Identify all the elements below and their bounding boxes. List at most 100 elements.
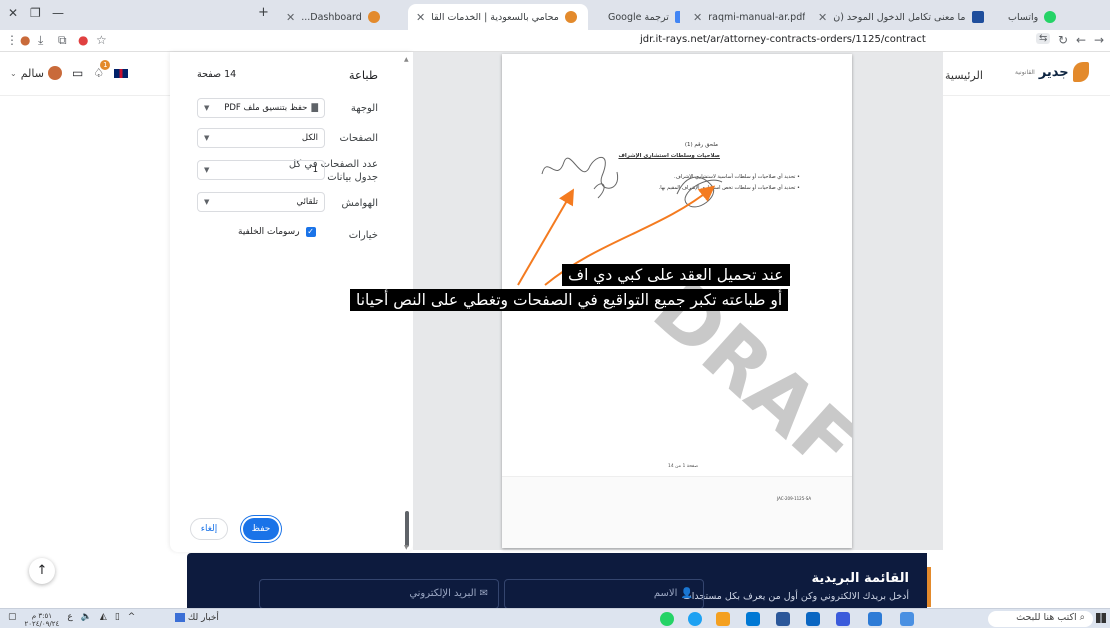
accent-bar: [927, 567, 931, 607]
edge-icon[interactable]: [688, 612, 702, 626]
newsletter-title: القائمة البريدية: [811, 571, 909, 586]
firefox-icon[interactable]: [716, 612, 730, 626]
app-icon[interactable]: [868, 612, 882, 626]
scroll-up-icon[interactable]: ▲: [404, 56, 409, 63]
newsletter-name-input[interactable]: 👤 الاسم: [504, 579, 704, 609]
print-title: طباعة: [348, 68, 378, 82]
extensions-icon[interactable]: ⧉: [58, 33, 67, 48]
destination-label: الوجهة: [350, 103, 378, 114]
close-tab-icon[interactable]: ✕: [416, 11, 425, 24]
outlook-icon[interactable]: [806, 612, 820, 626]
browser-tab-strip: ✕ ❐ — واتساب ما معنى تكامل الدخول الموحد…: [0, 0, 1110, 30]
page-footer: [502, 476, 852, 548]
tab-whatsapp[interactable]: واتساب: [1000, 4, 1090, 30]
user-menu[interactable]: ⌄ سالم: [10, 66, 62, 80]
email-icon: ✉: [479, 588, 488, 599]
download-icon[interactable]: ⤓: [38, 33, 43, 48]
pages-per-sheet-select[interactable]: 1 ▼: [197, 160, 325, 180]
document-icon: ▇: [311, 103, 318, 113]
windows-taskbar: ⌕ اكتب هنا للبحث أخبار لك ▢ ٣:٥١ م ٢٠٢٤/٠…: [0, 608, 1110, 628]
restore-window-icon[interactable]: ❐: [30, 6, 41, 20]
save-button[interactable]: حفظ: [243, 518, 279, 540]
minimize-window-icon[interactable]: —: [52, 6, 64, 20]
avatar: [47, 66, 62, 80]
battery-icon[interactable]: ▯: [115, 612, 120, 628]
site-favicon: [564, 11, 577, 23]
translate-icon: [674, 11, 680, 23]
word-icon[interactable]: [776, 612, 790, 626]
uk-flag-icon[interactable]: [114, 68, 129, 78]
url-input[interactable]: jdr.it-rays.net/ar/attorney-contracts-or…: [640, 34, 926, 45]
whatsapp-icon: [1044, 11, 1057, 23]
tab-dashboard[interactable]: Dashboard... ✕: [278, 4, 408, 30]
new-tab-icon[interactable]: +: [258, 5, 269, 20]
logo-mark-icon: [1072, 62, 1089, 82]
site-logo[interactable]: جدير القانونية: [1015, 62, 1089, 82]
arrow-up-icon: ↑: [36, 563, 48, 578]
options-label: خيارات: [348, 230, 378, 241]
taskbar-news[interactable]: أخبار لك: [175, 613, 219, 623]
chevron-down-icon: ▼: [204, 198, 210, 206]
annotation-line-1: عند تحميل العقد على كبي دي اف: [562, 264, 790, 286]
windows-start-icon[interactable]: [1096, 613, 1106, 623]
chevron-down-icon: ⌄: [10, 68, 17, 78]
close-tab-icon[interactable]: ✕: [818, 11, 827, 24]
chevron-down-icon: ▼: [204, 134, 210, 142]
signature-scribble: [541, 157, 619, 199]
network-icon[interactable]: ◭: [100, 612, 107, 628]
chevron-down-icon: ▼: [204, 166, 210, 174]
newsletter-subtitle: أدخل بريدك الالكتروني وكن أول من يعرف بك…: [682, 591, 909, 602]
forward-icon[interactable]: →: [1094, 33, 1104, 47]
site-info-icon[interactable]: ⇆: [1036, 33, 1051, 44]
mail-icon[interactable]: [746, 612, 760, 626]
clock[interactable]: ٣:٥١ م ٢٠٢٤/٠٩/٢٤: [25, 612, 60, 628]
margins-label: الهوامش: [341, 198, 378, 209]
chevron-up-icon[interactable]: ^: [128, 612, 136, 628]
cancel-button[interactable]: إلغاء: [190, 518, 228, 540]
menu-icon[interactable]: ⋮: [6, 33, 18, 47]
scroll-down-icon[interactable]: ▼: [404, 544, 409, 551]
volume-icon[interactable]: 🔈: [81, 612, 92, 628]
back-icon[interactable]: ←: [1076, 33, 1086, 47]
notifications-icon[interactable]: ▢: [8, 612, 17, 628]
margins-select[interactable]: تلقائي ▼: [197, 192, 325, 212]
page-count: 14 صفحة: [197, 69, 237, 80]
signature-scribble: [676, 176, 723, 208]
tab-translate[interactable]: ترجمة Google: [600, 4, 680, 30]
chat-icon[interactable]: ▭: [72, 66, 83, 80]
tab-active-site[interactable]: محامي بالسعودية | الخدمات القا ✕: [408, 4, 588, 30]
address-bar: ⋮ ● ⤓ ⧉ ● ☆ jdr.it-rays.net/ar/attorney-…: [0, 30, 1110, 52]
checkbox-checked-icon[interactable]: ✓: [305, 227, 316, 237]
scroll-to-top-button[interactable]: ↑: [29, 558, 55, 584]
whatsapp-icon[interactable]: [660, 612, 674, 626]
destination-select[interactable]: ▇ حفظ بتنسيق ملف PDF ▼: [197, 98, 325, 118]
file-explorer-icon[interactable]: [900, 612, 914, 626]
background-graphics-option[interactable]: ✓ رسومات الخلفية: [238, 227, 316, 237]
language-indicator[interactable]: ع: [67, 612, 72, 628]
pages-select[interactable]: الكل ▼: [197, 128, 325, 148]
site-favicon: [367, 11, 380, 23]
annotation-line-2: أو طباعته تكبر جميع التواقيع في الصفحات …: [350, 289, 789, 311]
bookmark-star-icon[interactable]: ☆: [96, 33, 107, 47]
user-icon: 👤: [680, 588, 693, 599]
profile-icon[interactable]: ●: [20, 33, 30, 47]
page-number: صفحة 1 من 14: [668, 464, 699, 469]
document-reference: JAC-209-1125-SA: [777, 496, 812, 501]
close-window-icon[interactable]: ✕: [8, 6, 18, 20]
newsletter-email-input[interactable]: ✉ البريد الإلكتروني: [259, 579, 499, 609]
notification-badge: 1: [100, 60, 111, 70]
chevron-down-icon: ▼: [204, 104, 210, 112]
tab-sso[interactable]: ما معنى تكامل الدخول الموحد (ن ✕: [810, 4, 990, 30]
reload-icon[interactable]: ↻: [1058, 33, 1068, 47]
nav-home-link[interactable]: الرئيسية: [945, 69, 983, 82]
extension-icon[interactable]: ●: [78, 33, 88, 47]
notification-bell-icon[interactable]: ♤ 1: [93, 60, 111, 80]
system-tray: ▢ ٣:٥١ م ٢٠٢٤/٠٩/٢٤ ع 🔈 ◭ ▯ ^: [8, 612, 135, 628]
taskbar-search[interactable]: ⌕ اكتب هنا للبحث: [988, 611, 1093, 627]
zoom-icon[interactable]: [836, 612, 850, 626]
scrollbar-thumb[interactable]: [405, 511, 409, 547]
close-tab-icon[interactable]: ✕: [286, 11, 295, 24]
tab-pdf[interactable]: raqmi-manual-ar.pdf ✕: [685, 4, 805, 30]
news-icon: [175, 613, 185, 622]
close-tab-icon[interactable]: ✕: [693, 11, 702, 24]
